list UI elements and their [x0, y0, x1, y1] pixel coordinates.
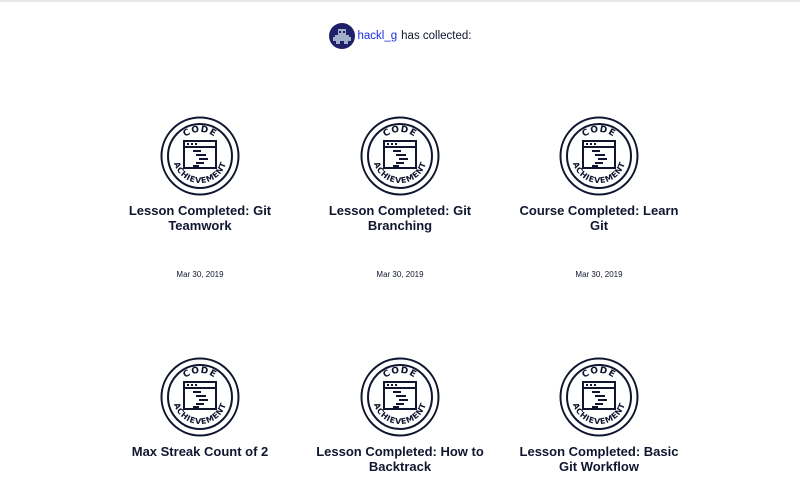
code-achievement-badge-icon: CODE ACHIEVEMENT	[360, 116, 440, 196]
username-link[interactable]: hackl_g	[358, 30, 398, 42]
achievement-card[interactable]: CODE ACHIEVEMENT Lesson Completed: Git B…	[310, 116, 490, 279]
badge-holder: CODE ACHIEVEMENT	[110, 357, 290, 437]
achievement-title: Course Completed: Learn Git	[519, 203, 679, 233]
code-achievement-badge-icon: CODE ACHIEVEMENT	[559, 116, 639, 196]
badge-holder: CODE ACHIEVEMENT	[310, 116, 490, 196]
achievement-title: Lesson Completed: How to Backtrack	[316, 444, 484, 474]
badge-holder: CODE ACHIEVEMENT	[509, 357, 689, 437]
code-achievement-badge-icon: CODE ACHIEVEMENT	[360, 357, 440, 437]
badge-holder: CODE ACHIEVEMENT	[110, 116, 290, 196]
badge-holder: CODE ACHIEVEMENT	[310, 357, 490, 437]
achievement-card[interactable]: CODE ACHIEVEMENT Lesson Completed: How t…	[310, 357, 490, 474]
achievement-card[interactable]: CODE ACHIEVEMENT Max Streak Count of 2	[110, 357, 290, 459]
achievement-card[interactable]: CODE ACHIEVEMENT Course Completed: Learn…	[509, 116, 689, 279]
achievement-date: Mar 30, 2019	[575, 270, 623, 279]
achievement-date: Mar 30, 2019	[176, 270, 224, 279]
avatar[interactable]	[328, 23, 355, 49]
achievement-title: Lesson Completed: Git Teamwork	[128, 203, 272, 233]
collected-label: has collected:	[401, 30, 472, 42]
achievement-title: Max Streak Count of 2	[131, 444, 269, 459]
top-divider	[0, 0, 800, 2]
badge-holder: CODE ACHIEVEMENT	[509, 116, 689, 196]
achievement-card[interactable]: CODE ACHIEVEMENT Lesson Completed: Git T…	[110, 116, 290, 279]
achievement-card[interactable]: CODE ACHIEVEMENT Lesson Completed: Basic…	[509, 357, 689, 474]
code-achievement-badge-icon: CODE ACHIEVEMENT	[160, 357, 240, 437]
achievement-title: Lesson Completed: Basic Git Workflow	[519, 444, 679, 474]
code-achievement-badge-icon: CODE ACHIEVEMENT	[559, 357, 639, 437]
achievement-title: Lesson Completed: Git Branching	[328, 203, 472, 233]
achievement-date: Mar 30, 2019	[376, 270, 424, 279]
profile-header: hackl_g has collected:	[0, 21, 800, 51]
code-achievement-badge-icon: CODE ACHIEVEMENT	[160, 116, 240, 196]
robot-avatar-icon	[332, 29, 351, 44]
